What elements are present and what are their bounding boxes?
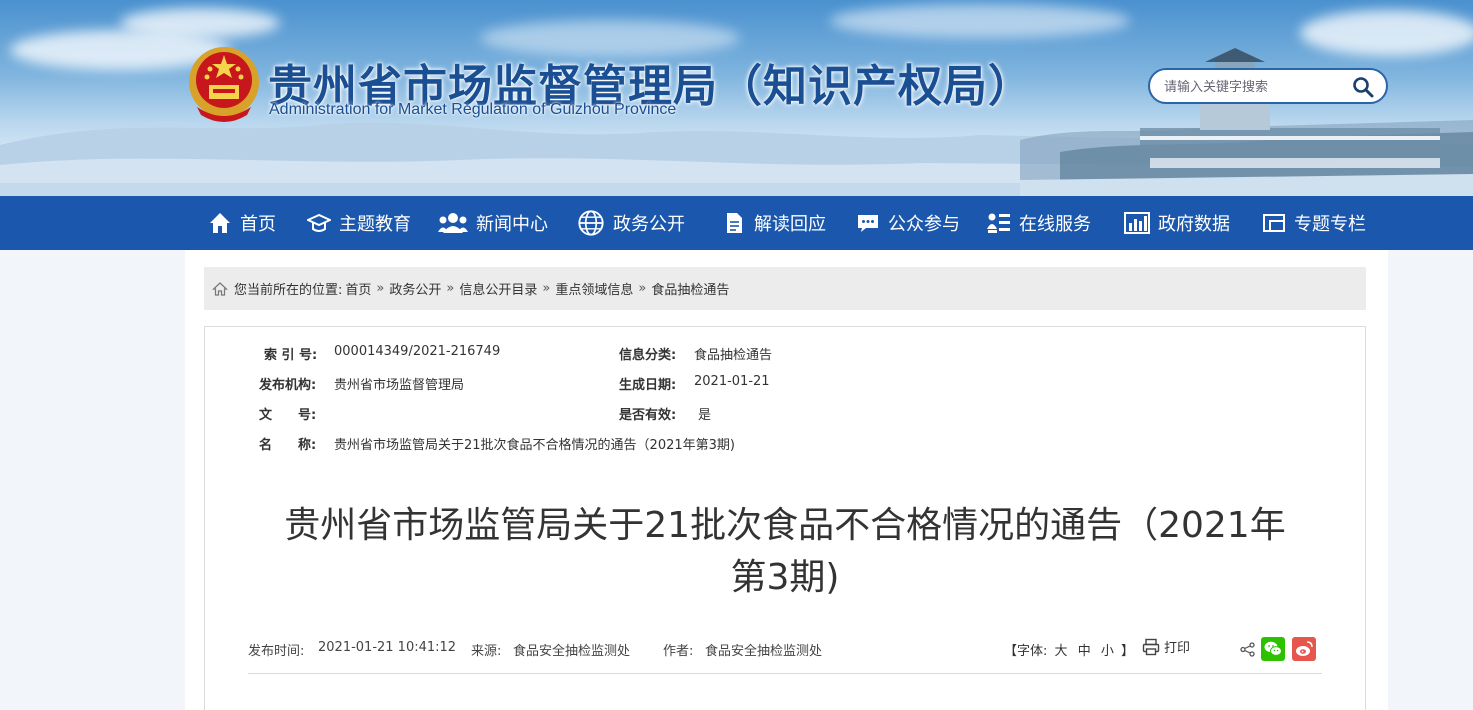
meta-index-label: 索 引 号: — [264, 348, 318, 363]
breadcrumb-link-gov-affairs[interactable]: 政务公开 — [389, 279, 441, 298]
font-size-label-close: 】 — [1121, 644, 1135, 659]
article-title-line-1: 贵州省市场监管局关于21批次食品不合格情况的通告（2021年 — [284, 505, 1286, 546]
author-value: 食品安全抽检监测处 — [705, 644, 823, 659]
nav-item-special-column[interactable]: 专题专栏 — [1262, 196, 1366, 250]
breadcrumb-separator: » — [376, 281, 385, 296]
wechat-share-button[interactable] — [1261, 637, 1285, 661]
meta-category-label: 信息分类: — [619, 348, 677, 363]
weibo-share-button[interactable] — [1292, 637, 1316, 661]
article-title-line-2: 第3期) — [730, 557, 840, 598]
nav-item-label: 主题教育 — [339, 214, 411, 235]
font-size-label-open: 【字体: — [1004, 644, 1048, 659]
bar-chart-icon — [1124, 212, 1150, 234]
nav-item-interpretation[interactable]: 解读回应 — [722, 196, 826, 250]
meta-publisher-label: 发布机构: — [259, 378, 317, 393]
breadcrumb-link-home[interactable]: 首页 — [345, 279, 371, 298]
nav-item-label: 政府数据 — [1158, 214, 1230, 235]
meta-valid-label: 是否有效: — [619, 408, 677, 423]
chat-bubble-icon — [858, 215, 878, 232]
nav-item-label: 解读回应 — [754, 214, 826, 235]
nav-item-gov-affairs[interactable]: 政务公开 — [577, 196, 685, 250]
cloud-decoration — [830, 4, 1130, 38]
divider — [248, 673, 1322, 674]
publish-time: 2021-01-21 10:41:12 — [318, 640, 457, 655]
meta-name-value: 贵州省市场监管局关于21批次食品不合格情况的通告（2021年第3期) — [334, 438, 735, 453]
meta-index-value: 000014349/2021-216749 — [334, 344, 501, 359]
nav-item-home[interactable]: 首页 — [208, 196, 276, 250]
breadcrumb-prefix: 您当前所在的位置: — [234, 283, 343, 298]
breadcrumb-link-info-catalog[interactable]: 信息公开目录 — [459, 279, 537, 298]
breadcrumb-separator: » — [638, 281, 647, 296]
nav-item-public-participation[interactable]: 公众参与 — [856, 196, 960, 250]
window-icon — [1263, 214, 1285, 232]
print-label: 打印 — [1164, 641, 1191, 656]
nav-item-label: 公众参与 — [888, 214, 960, 235]
font-size-medium-button[interactable]: 中 — [1078, 644, 1091, 659]
font-size-controls: 【字体: 大 中 小 】 — [1004, 640, 1134, 659]
article-title: 贵州省市场监管局关于21批次食品不合格情况的通告（2021年 第3期) — [244, 500, 1326, 604]
home-icon — [212, 281, 228, 296]
nav-item-label: 新闻中心 — [476, 214, 548, 235]
header-banner: 贵州省市场监督管理局（知识产权局） Administration for Mar… — [0, 0, 1473, 196]
print-button[interactable]: 打印 — [1142, 637, 1190, 656]
site-subtitle: Administration for Market Regulation of … — [269, 101, 677, 118]
source-value: 食品安全抽检监测处 — [513, 644, 631, 659]
meta-date-value: 2021-01-21 — [694, 374, 770, 389]
main-nav: 首页 主题教育 新闻中心 政务公开 解读回应 公众参与 在线服务 政府数据 专题… — [0, 196, 1473, 250]
weibo-icon — [1296, 641, 1313, 656]
cloud-decoration — [120, 8, 280, 38]
search-box — [1148, 68, 1388, 104]
share-icon[interactable] — [1240, 642, 1255, 657]
meta-category-value: 食品抽检通告 — [694, 348, 773, 363]
font-size-large-button[interactable]: 大 — [1055, 644, 1068, 659]
pavilion-graphic — [1020, 48, 1473, 196]
meta-publisher-value: 贵州省市场监督管理局 — [334, 378, 465, 393]
author-label: 作者: — [663, 644, 694, 659]
nav-item-label: 专题专栏 — [1294, 214, 1366, 235]
nav-item-label: 首页 — [240, 214, 276, 235]
nav-item-label: 在线服务 — [1019, 214, 1091, 235]
user-list-icon — [987, 213, 1010, 233]
document-icon — [727, 213, 742, 233]
meta-doc-no-label: 文 号: — [259, 408, 317, 423]
people-icon — [438, 213, 468, 233]
search-input[interactable] — [1164, 77, 1334, 97]
breadcrumb-separator: » — [542, 281, 551, 296]
nav-item-online-service[interactable]: 在线服务 — [987, 196, 1091, 250]
wechat-icon — [1264, 641, 1282, 656]
nav-item-gov-data[interactable]: 政府数据 — [1124, 196, 1230, 250]
printer-icon — [1142, 638, 1160, 655]
breadcrumb-link-key-areas[interactable]: 重点领域信息 — [555, 279, 633, 298]
graduation-cap-icon — [307, 213, 331, 232]
meta-valid-value: 是 — [698, 408, 712, 423]
nav-item-label: 政务公开 — [613, 214, 685, 235]
globe-icon — [578, 210, 604, 236]
font-size-small-button[interactable]: 小 — [1101, 644, 1114, 659]
breadcrumb: 您当前所在的位置: 首页 » 政务公开 » 信息公开目录 » 重点领域信息 » … — [204, 267, 1366, 310]
nav-item-theme-education[interactable]: 主题教育 — [307, 196, 411, 250]
breadcrumb-link-food-inspection[interactable]: 食品抽检通告 — [651, 279, 729, 298]
home-icon — [210, 213, 230, 233]
meta-name-label: 名 称: — [259, 438, 317, 453]
search-icon[interactable] — [1352, 76, 1374, 98]
breadcrumb-separator: » — [446, 281, 455, 296]
meta-date-label: 生成日期: — [619, 378, 677, 393]
nav-item-news[interactable]: 新闻中心 — [438, 196, 548, 250]
publish-time-label: 发布时间: — [248, 644, 305, 659]
national-emblem-logo — [189, 47, 259, 122]
source-label: 来源: — [471, 644, 502, 659]
